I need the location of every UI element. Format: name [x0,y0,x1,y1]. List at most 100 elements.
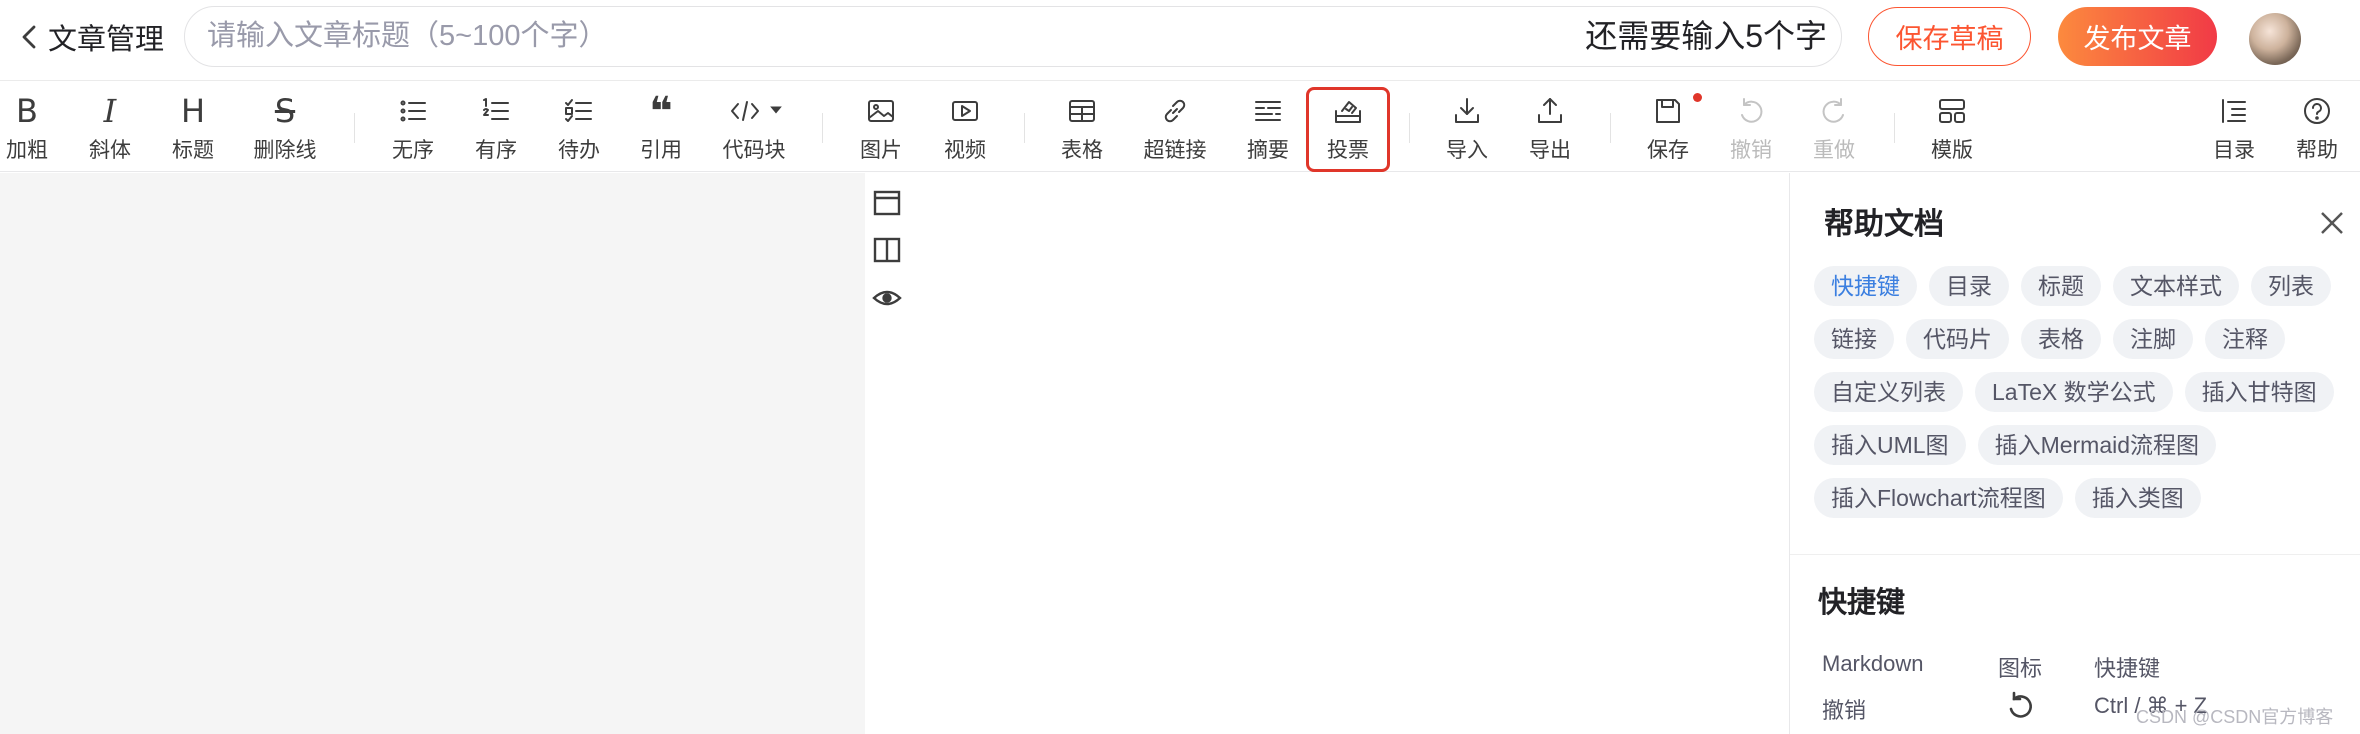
italic-button[interactable]: I 斜体 [87,81,133,171]
undo-icon [1741,98,1763,123]
image-button[interactable]: 图片 [858,81,904,171]
table-label: 表格 [1061,139,1103,162]
save-draft-button[interactable]: 保存草稿 [1868,7,2031,66]
template-label: 模版 [1931,139,1973,162]
help-topic-tags: 快捷键 目录 标题 文本样式 列表 链接 代码片 表格 注脚 注释 自定义列表 LaTeX 数学公式插… [1814,266,2354,531]
save-button[interactable]: 保存 [1645,81,1691,171]
help-tag[interactable]: 插入Mermaid流程图 [1977,425,2217,465]
help-tag[interactable]: 文本样式 [2113,266,2239,306]
help-tag[interactable]: 插入类图 [2074,478,2201,518]
todo-list-button[interactable]: 待办 [556,81,602,171]
help-tag[interactable]: 插入甘特图 [2184,372,2334,412]
toolbar-divider [1024,113,1025,143]
help-tag[interactable]: 列表 [2251,266,2331,306]
help-tag[interactable]: LaTeX 数学公式 [1975,372,2173,412]
summary-icon [1255,101,1281,121]
help-tag[interactable]: 自定义列表 [1814,372,1963,412]
redo-button[interactable]: 重做 [1811,81,1857,171]
toc-icon [2222,99,2246,123]
help-button[interactable]: 帮助 [2294,81,2340,171]
split-view-toggle[interactable] [870,233,904,267]
back-to-article-management[interactable]: 文章管理 [20,14,164,60]
help-tag[interactable]: 注释 [2205,319,2285,359]
toolbar-divider [1894,113,1895,143]
redo-icon [1822,98,1844,123]
unordered-list-icon [400,100,426,122]
vote-label: 投票 [1327,139,1369,162]
help-tag[interactable]: 链接 [1814,319,1894,359]
help-tag[interactable]: 注脚 [2113,319,2193,359]
ordered-list-label: 有序 [475,139,517,162]
undo-label: 撤销 [1730,139,1772,162]
help-tag[interactable]: 目录 [1929,266,2009,306]
code-block-label: 代码块 [722,139,786,162]
help-tag-row: 快捷键 目录 标题 文本样式 列表 [1814,266,2354,306]
unordered-list-label: 无序 [392,139,434,162]
import-button[interactable]: 导入 [1444,81,1490,171]
save-label: 保存 [1647,139,1689,162]
checklist-icon [565,99,592,122]
quote-button[interactable]: ❝ 引用 [638,81,684,171]
summary-button[interactable]: 摘要 [1245,81,1291,171]
vote-button[interactable]: 投票 [1325,81,1371,171]
ordered-list-button[interactable]: 有序 [473,81,519,171]
remaining-chars-hint: 还需要输入5个字 [1585,18,1827,54]
back-label: 文章管理 [48,24,165,56]
toolbar-divider [822,113,823,143]
help-tag[interactable]: 标题 [2021,266,2101,306]
bold-button[interactable]: B 加粗 [4,81,50,171]
italic-icon: I [103,92,117,130]
heading-icon: H [180,92,206,130]
table-button[interactable]: 表格 [1059,81,1105,171]
help-label: 帮助 [2296,139,2338,162]
template-button[interactable]: 模版 [1929,81,1975,171]
close-icon [2321,212,2343,234]
heading-label: 标题 [172,139,214,162]
save-icon [1656,99,1680,123]
strikethrough-button[interactable]: S 删除线 [253,81,317,171]
help-tag[interactable]: 插入UML图 [1814,425,1966,465]
heading-button[interactable]: H 标题 [170,81,216,171]
single-column-icon [873,190,901,216]
help-tag[interactable]: 代码片 [1906,319,2009,359]
help-tag-row: 自定义列表 LaTeX 数学公式 插入甘特图 [1814,372,2354,412]
chevron-left-icon [22,25,36,49]
video-label: 视频 [944,139,986,162]
help-tag[interactable]: 快捷键 [1814,266,1917,306]
toolbar-divider [1409,113,1410,143]
download-icon [1455,98,1479,123]
export-button[interactable]: 导出 [1527,81,1573,171]
help-panel-title: 帮助文档 [1824,208,1944,241]
avatar[interactable] [2249,13,2301,65]
article-title-box: 还需要输入5个字 [184,6,1842,67]
help-tag-row: 插入UML图 插入Mermaid流程图 [1814,425,2354,465]
video-button[interactable]: 视频 [942,81,988,171]
unordered-list-button[interactable]: 无序 [390,81,436,171]
toolbar-divider [1610,113,1611,143]
publish-article-button[interactable]: 发布文章 [2058,7,2217,66]
toc-label: 目录 [2213,139,2255,162]
help-tag[interactable]: 表格 [2021,319,2101,359]
code-icon [731,101,759,121]
close-help-button[interactable] [2318,209,2346,237]
shortcut-header-icon: 图标 [1998,656,2043,681]
code-block-button[interactable]: 代码块 [718,81,790,171]
hyperlink-button[interactable]: 超链接 [1143,81,1207,171]
hyperlink-label: 超链接 [1143,139,1207,162]
quote-label: 引用 [640,139,682,162]
markdown-editor-pane[interactable] [0,173,865,734]
help-tag[interactable]: 插入Flowchart流程图 [1814,478,2063,518]
image-icon [868,100,894,122]
single-column-view-toggle[interactable] [870,186,904,220]
todo-list-label: 待办 [558,139,600,162]
preview-toggle[interactable] [870,281,904,315]
shortcut-row-name: 撤销 [1822,698,1867,723]
export-label: 导出 [1529,139,1571,162]
undo-icon [2005,691,2035,721]
image-label: 图片 [860,139,902,162]
ordered-list-icon [483,98,509,120]
article-title-input[interactable] [207,7,1507,65]
undo-button[interactable]: 撤销 [1728,81,1774,171]
shortcut-header-keys: 快捷键 [2094,656,2161,681]
toc-button[interactable]: 目录 [2211,81,2257,171]
